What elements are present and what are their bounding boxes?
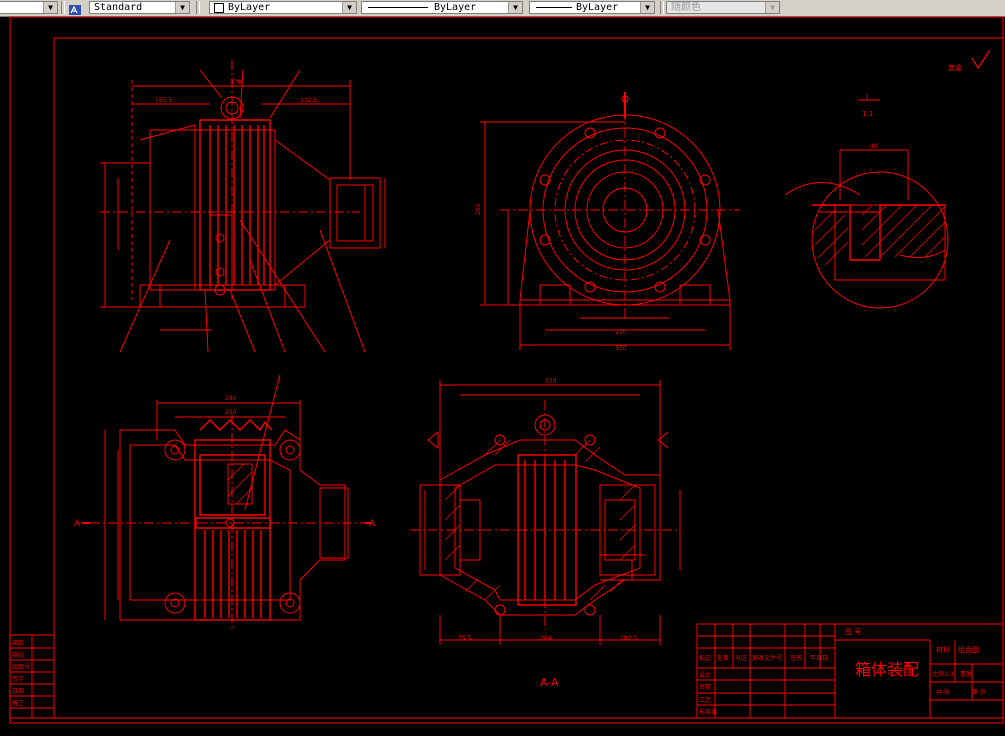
drawing-canvas[interactable]: A-A 箱体装配 I 1:1 A A 其余 378 185.5 132.5 26…	[0, 16, 1005, 732]
left-strip-label: 底图号	[12, 663, 30, 671]
left-strip-label: 日期	[12, 687, 24, 695]
toolbar-separator	[660, 1, 664, 14]
left-strip-label: 描校	[12, 651, 24, 659]
dim-side-base: 220	[615, 329, 627, 336]
tb-col-header: 年月日	[810, 654, 828, 662]
layer-value: ByLayer	[228, 2, 271, 13]
dim-section-bottom-mid: 204	[540, 635, 552, 642]
plot-style-value: 随颜色	[671, 2, 701, 13]
line-sample-icon	[536, 7, 572, 8]
view-mark-left: A	[74, 519, 81, 529]
linetype-value: ByLayer	[434, 2, 477, 13]
tb-row-label: 审核	[699, 683, 711, 691]
lineweight-combo[interactable]: ByLayer ▼	[529, 1, 655, 14]
roughness-mark-icon	[427, 430, 439, 450]
text-style-value: Standard	[94, 2, 143, 13]
surface-finish-icon	[971, 49, 991, 70]
dim-plan-total: 280	[225, 395, 237, 402]
sheet-outer-border	[9, 16, 1004, 724]
toolbar-separator	[196, 1, 200, 14]
tb-col-header: 标记	[699, 654, 711, 662]
detail-view	[784, 99, 949, 309]
section-view	[410, 380, 681, 645]
dim-detail-width: 40	[870, 143, 878, 150]
chevron-down-icon: ▼	[508, 2, 522, 13]
dim-top-overall: 378	[230, 79, 242, 86]
front-view	[100, 60, 386, 353]
tb-weight-label: 重量	[960, 670, 972, 678]
line-sample-icon	[368, 7, 428, 8]
title-block	[696, 623, 1004, 719]
dim-top-right: 132.5	[300, 97, 317, 104]
properties-toolbar: ▼ Standard ▼ ByLayer ▼ ByLayer ▼ ByLayer ▼ 随…	[0, 0, 1005, 17]
side-view	[480, 92, 740, 350]
tb-row-label: 标准化	[699, 708, 717, 716]
dim-section-bottom-right: 182.5	[620, 635, 637, 642]
text-style-combo[interactable]: Standard ▼	[89, 1, 190, 14]
tb-row-label: 工艺	[699, 696, 711, 704]
tb-material-value: 组合图	[958, 645, 979, 654]
detail-scale: 1:1	[862, 110, 873, 118]
toolbar-separator	[61, 1, 65, 14]
tb-col-header: 分区	[735, 654, 747, 662]
dim-section-width: 370	[545, 378, 557, 385]
surface-note: 其余	[948, 63, 962, 72]
chevron-down-icon: ▼	[765, 2, 779, 13]
left-strip-label: 描图	[12, 639, 24, 647]
tb-col-header: 处数	[717, 654, 729, 662]
tb-fig-code: 图 号	[845, 628, 861, 636]
drawing-title: 箱体装配	[855, 660, 919, 679]
view-mark-right: A	[369, 519, 376, 529]
linetype-combo[interactable]: ByLayer ▼	[361, 1, 523, 14]
dim-side-width: 350	[615, 345, 627, 352]
plot-style-combo[interactable]: 随颜色 ▼	[666, 1, 780, 14]
dim-side-total: 260	[475, 203, 482, 215]
drawing-svg: A-A 箱体装配 I 1:1 A A 其余 378 185.5 132.5 26…	[9, 16, 1004, 724]
chevron-down-icon: ▼	[43, 2, 57, 13]
tb-sheet-no: 第 张	[972, 688, 986, 696]
chevron-down-icon: ▼	[640, 2, 654, 13]
previous-combo[interactable]: ▼	[0, 1, 58, 14]
tb-scale-label: 比例1:3	[932, 670, 954, 678]
tb-row-label: 设计	[699, 671, 711, 679]
chevron-down-icon: ▼	[342, 2, 356, 13]
color-swatch-icon	[214, 3, 224, 13]
dim-top-left: 185.5	[155, 97, 172, 104]
left-strip-label: 备注	[12, 699, 24, 707]
tb-sheet-total: 共 张	[936, 688, 950, 696]
tb-material-label: 材料	[936, 645, 950, 654]
dim-section-bottom-left: 75.5	[458, 635, 472, 642]
layer-combo[interactable]: ByLayer ▼	[209, 1, 357, 14]
tb-col-header: 签名	[790, 654, 802, 662]
left-strip-label: 签字	[12, 675, 24, 683]
dim-plan-inner: 250	[225, 409, 237, 416]
chevron-down-icon: ▼	[175, 2, 189, 13]
text-style-icon[interactable]	[68, 1, 82, 15]
tb-col-header: 更改文件号	[752, 654, 782, 662]
detail-label: I	[866, 93, 868, 102]
lineweight-value: ByLayer	[576, 2, 619, 13]
section-label: A-A	[540, 676, 559, 689]
sheet-inner-border	[53, 37, 1004, 719]
